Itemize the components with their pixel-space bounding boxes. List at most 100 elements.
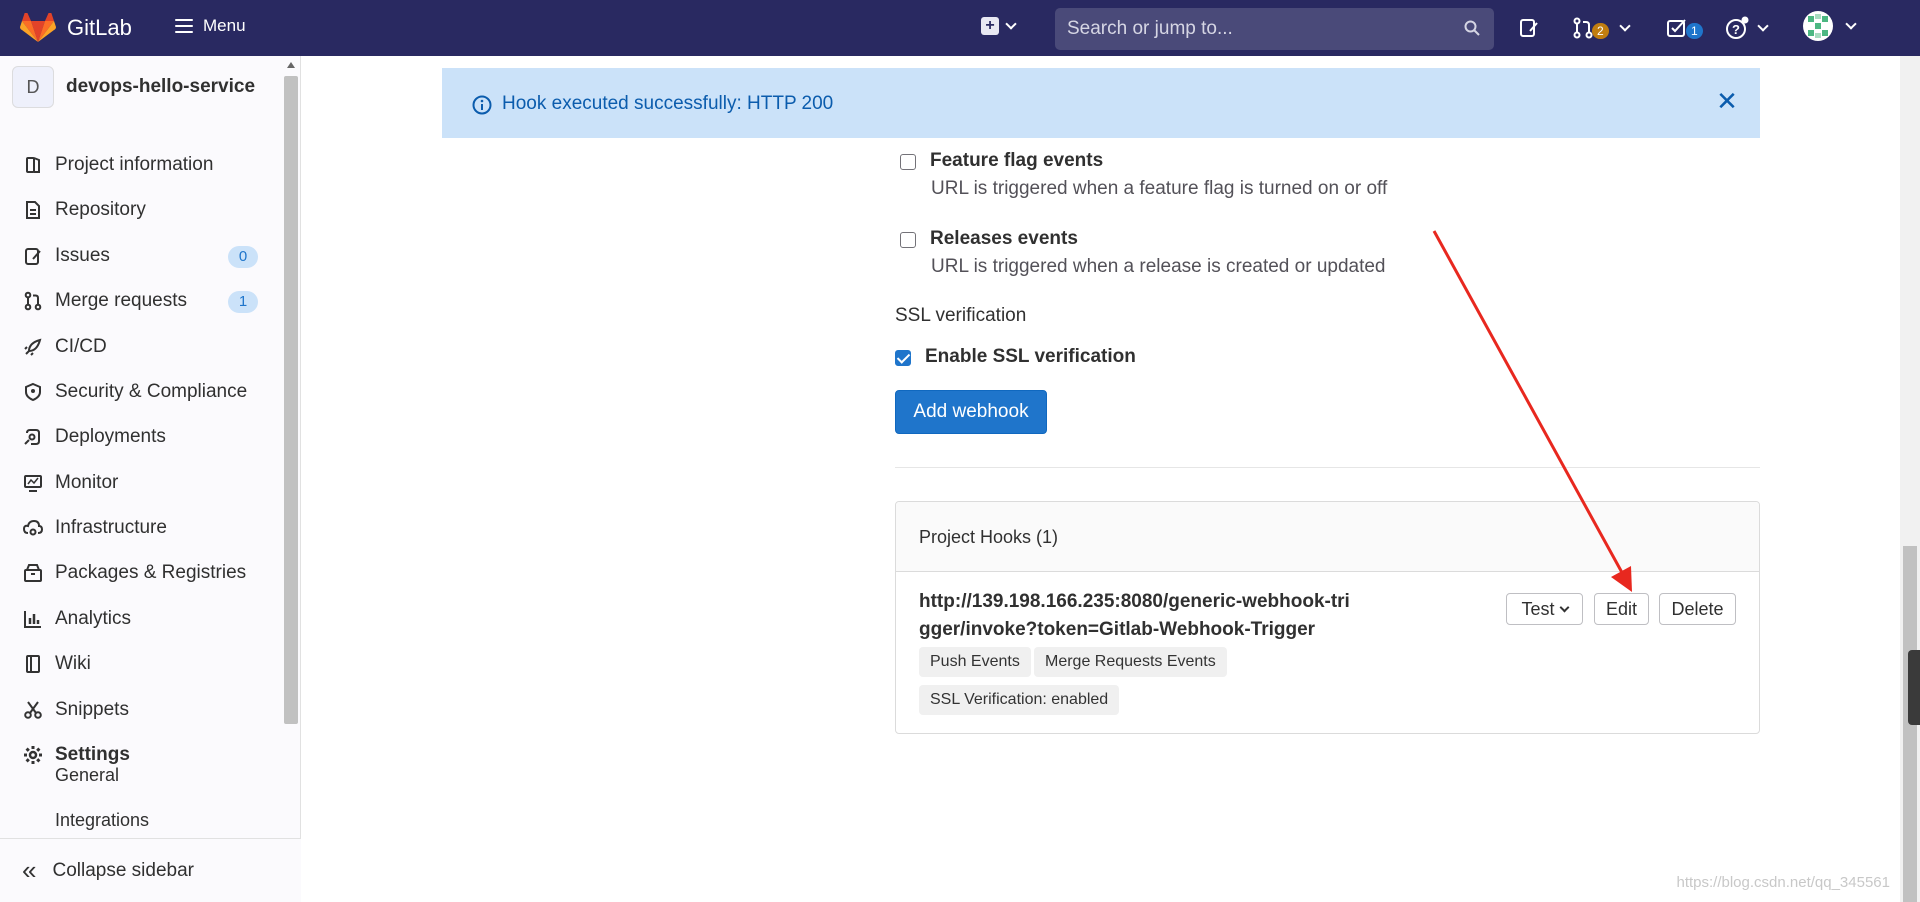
sidebar-item-label: Repository <box>55 199 146 220</box>
help-icon: ? <box>1726 16 1749 39</box>
add-webhook-button[interactable]: Add webhook <box>895 390 1047 434</box>
feature-flag-events-description: URL is triggered when a feature flag is … <box>931 178 1388 199</box>
sidebar-item-label: CI/CD <box>55 336 107 357</box>
sidebar-item-deployments[interactable]: Deployments <box>0 417 280 457</box>
test-button-label: Test <box>1521 598 1555 619</box>
project-hooks-card: Project Hooks (1) http://139.198.166.235… <box>895 501 1760 734</box>
feature-flag-events-option[interactable]: Feature flag events <box>900 150 1103 172</box>
gitlab-logo-icon[interactable] <box>20 13 56 43</box>
project-name: devops-hello-service <box>66 76 256 97</box>
search-box[interactable] <box>1055 8 1494 50</box>
sidebar-item-merge-requests[interactable]: Merge requests 1 <box>0 281 280 321</box>
sidebar-item-wiki[interactable]: Wiki <box>0 644 280 684</box>
package-icon <box>22 562 44 584</box>
sidebar-item-label: Monitor <box>55 472 119 493</box>
enable-ssl-checkbox[interactable] <box>895 350 911 366</box>
sidebar-item-monitor[interactable]: Monitor <box>0 463 280 503</box>
sidebar-item-repository[interactable]: Repository <box>0 190 280 230</box>
chart-icon <box>22 608 44 630</box>
cloud-gear-icon <box>22 517 44 539</box>
releases-events-checkbox[interactable] <box>900 232 916 248</box>
success-alert: Hook executed successfully: HTTP 200 ✕ <box>442 68 1760 138</box>
sidebar-item-issues[interactable]: Issues 0 <box>0 236 280 276</box>
search-icon <box>1464 20 1480 36</box>
merge-requests-shortcut-button[interactable]: 2 <box>1572 15 1631 41</box>
collapse-sidebar-label: Collapse sidebar <box>52 859 194 881</box>
scroll-up-arrow-icon[interactable] <box>287 62 295 68</box>
sidebar-item-label: Settings <box>55 744 130 765</box>
chevron-down-icon <box>1005 18 1017 30</box>
test-hook-dropdown[interactable]: Test <box>1506 593 1583 625</box>
settings-icon <box>22 744 44 766</box>
enable-ssl-label: Enable SSL verification <box>925 346 1136 367</box>
git-merge-icon <box>22 290 44 312</box>
hook-tag-ssl-verification: SSL Verification: enabled <box>919 685 1120 715</box>
close-icon[interactable]: ✕ <box>1716 88 1738 114</box>
menu-icon <box>175 19 193 33</box>
menu-label: Menu <box>203 16 246 35</box>
search-input[interactable] <box>1055 8 1494 50</box>
watermark: https://blog.csdn.net/qq_345561 <box>1676 874 1890 891</box>
collapse-sidebar-button[interactable]: « Collapse sidebar <box>0 838 301 902</box>
book-icon <box>22 653 44 675</box>
edit-hook-button[interactable]: Edit <box>1594 593 1649 625</box>
chevron-down-icon <box>1619 20 1631 32</box>
sidebar-item-infrastructure[interactable]: Infrastructure <box>0 508 280 548</box>
releases-events-option[interactable]: Releases events <box>900 228 1078 250</box>
todo-icon <box>1667 19 1686 37</box>
feature-flag-events-title: Feature flag events <box>930 150 1104 171</box>
page-scrollbar[interactable] <box>1900 56 1920 902</box>
sidebar-item-label: Security & Compliance <box>55 381 248 402</box>
sidebar-item-settings[interactable]: Settings <box>0 735 280 775</box>
user-menu-button[interactable] <box>1803 11 1857 41</box>
sidebar-subitem-general[interactable]: General <box>55 765 119 786</box>
sidebar-scrollbar[interactable] <box>284 76 298 724</box>
sidebar-item-label: Issues <box>55 245 110 266</box>
deployments-icon <box>22 426 44 448</box>
menu-button[interactable]: Menu <box>175 16 246 36</box>
sidebar-item-snippets[interactable]: Snippets <box>0 690 280 730</box>
sidebar-item-packages-registries[interactable]: Packages & Registries <box>0 553 280 593</box>
sidebar-item-label: Packages & Registries <box>55 562 247 583</box>
new-dropdown-button[interactable]: + <box>981 17 1017 35</box>
brand-name[interactable]: GitLab <box>67 15 132 41</box>
shield-icon <box>22 381 44 403</box>
ssl-verification-heading: SSL verification <box>895 305 1027 326</box>
floating-widget[interactable] <box>1908 650 1920 725</box>
issues-icon <box>1520 19 1538 37</box>
sidebar-item-label: Project information <box>55 154 214 175</box>
project-header[interactable]: D devops-hello-service <box>12 66 255 108</box>
sidebar-item-analytics[interactable]: Analytics <box>0 599 280 639</box>
todos-count-badge: 1 <box>1686 23 1703 39</box>
project-hooks-header: Project Hooks (1) <box>896 502 1759 572</box>
sidebar-item-security-compliance[interactable]: Security & Compliance <box>0 372 280 412</box>
project-icon <box>22 154 44 176</box>
delete-hook-button[interactable]: Delete <box>1659 593 1736 625</box>
feature-flag-events-checkbox[interactable] <box>900 154 916 170</box>
top-navbar: GitLab Menu + 2 1 <box>0 0 1920 56</box>
sidebar-item-label: Snippets <box>55 699 129 720</box>
sidebar-item-ci-cd[interactable]: CI/CD <box>0 327 280 367</box>
merge-requests-count-badge: 2 <box>1592 23 1609 39</box>
avatar <box>1803 11 1833 41</box>
enable-ssl-option[interactable]: Enable SSL verification <box>895 346 1136 368</box>
doc-text-icon <box>22 199 44 221</box>
info-icon <box>472 95 492 115</box>
help-dropdown-button[interactable]: ? <box>1725 15 1769 41</box>
sidebar-item-label: Wiki <box>55 653 91 674</box>
issues-icon <box>22 245 44 267</box>
chevron-down-icon <box>1559 602 1569 612</box>
monitor-icon <box>22 472 44 494</box>
sidebar-item-project-information[interactable]: Project information <box>0 145 280 185</box>
sidebar-item-label: Analytics <box>55 608 132 629</box>
merge-requests-count-badge: 1 <box>228 291 258 313</box>
hook-tag-merge-requests-events: Merge Requests Events <box>1034 647 1227 677</box>
sidebar-item-label: Deployments <box>55 426 166 447</box>
project-avatar: D <box>12 66 54 108</box>
chevron-double-left-icon: « <box>22 855 37 885</box>
issues-count-badge: 0 <box>228 246 258 268</box>
sidebar-subitem-integrations[interactable]: Integrations <box>55 810 149 831</box>
merge-request-icon <box>1573 17 1593 39</box>
todos-shortcut-button[interactable]: 1 <box>1666 15 1703 41</box>
issues-shortcut-button[interactable] <box>1518 15 1540 41</box>
